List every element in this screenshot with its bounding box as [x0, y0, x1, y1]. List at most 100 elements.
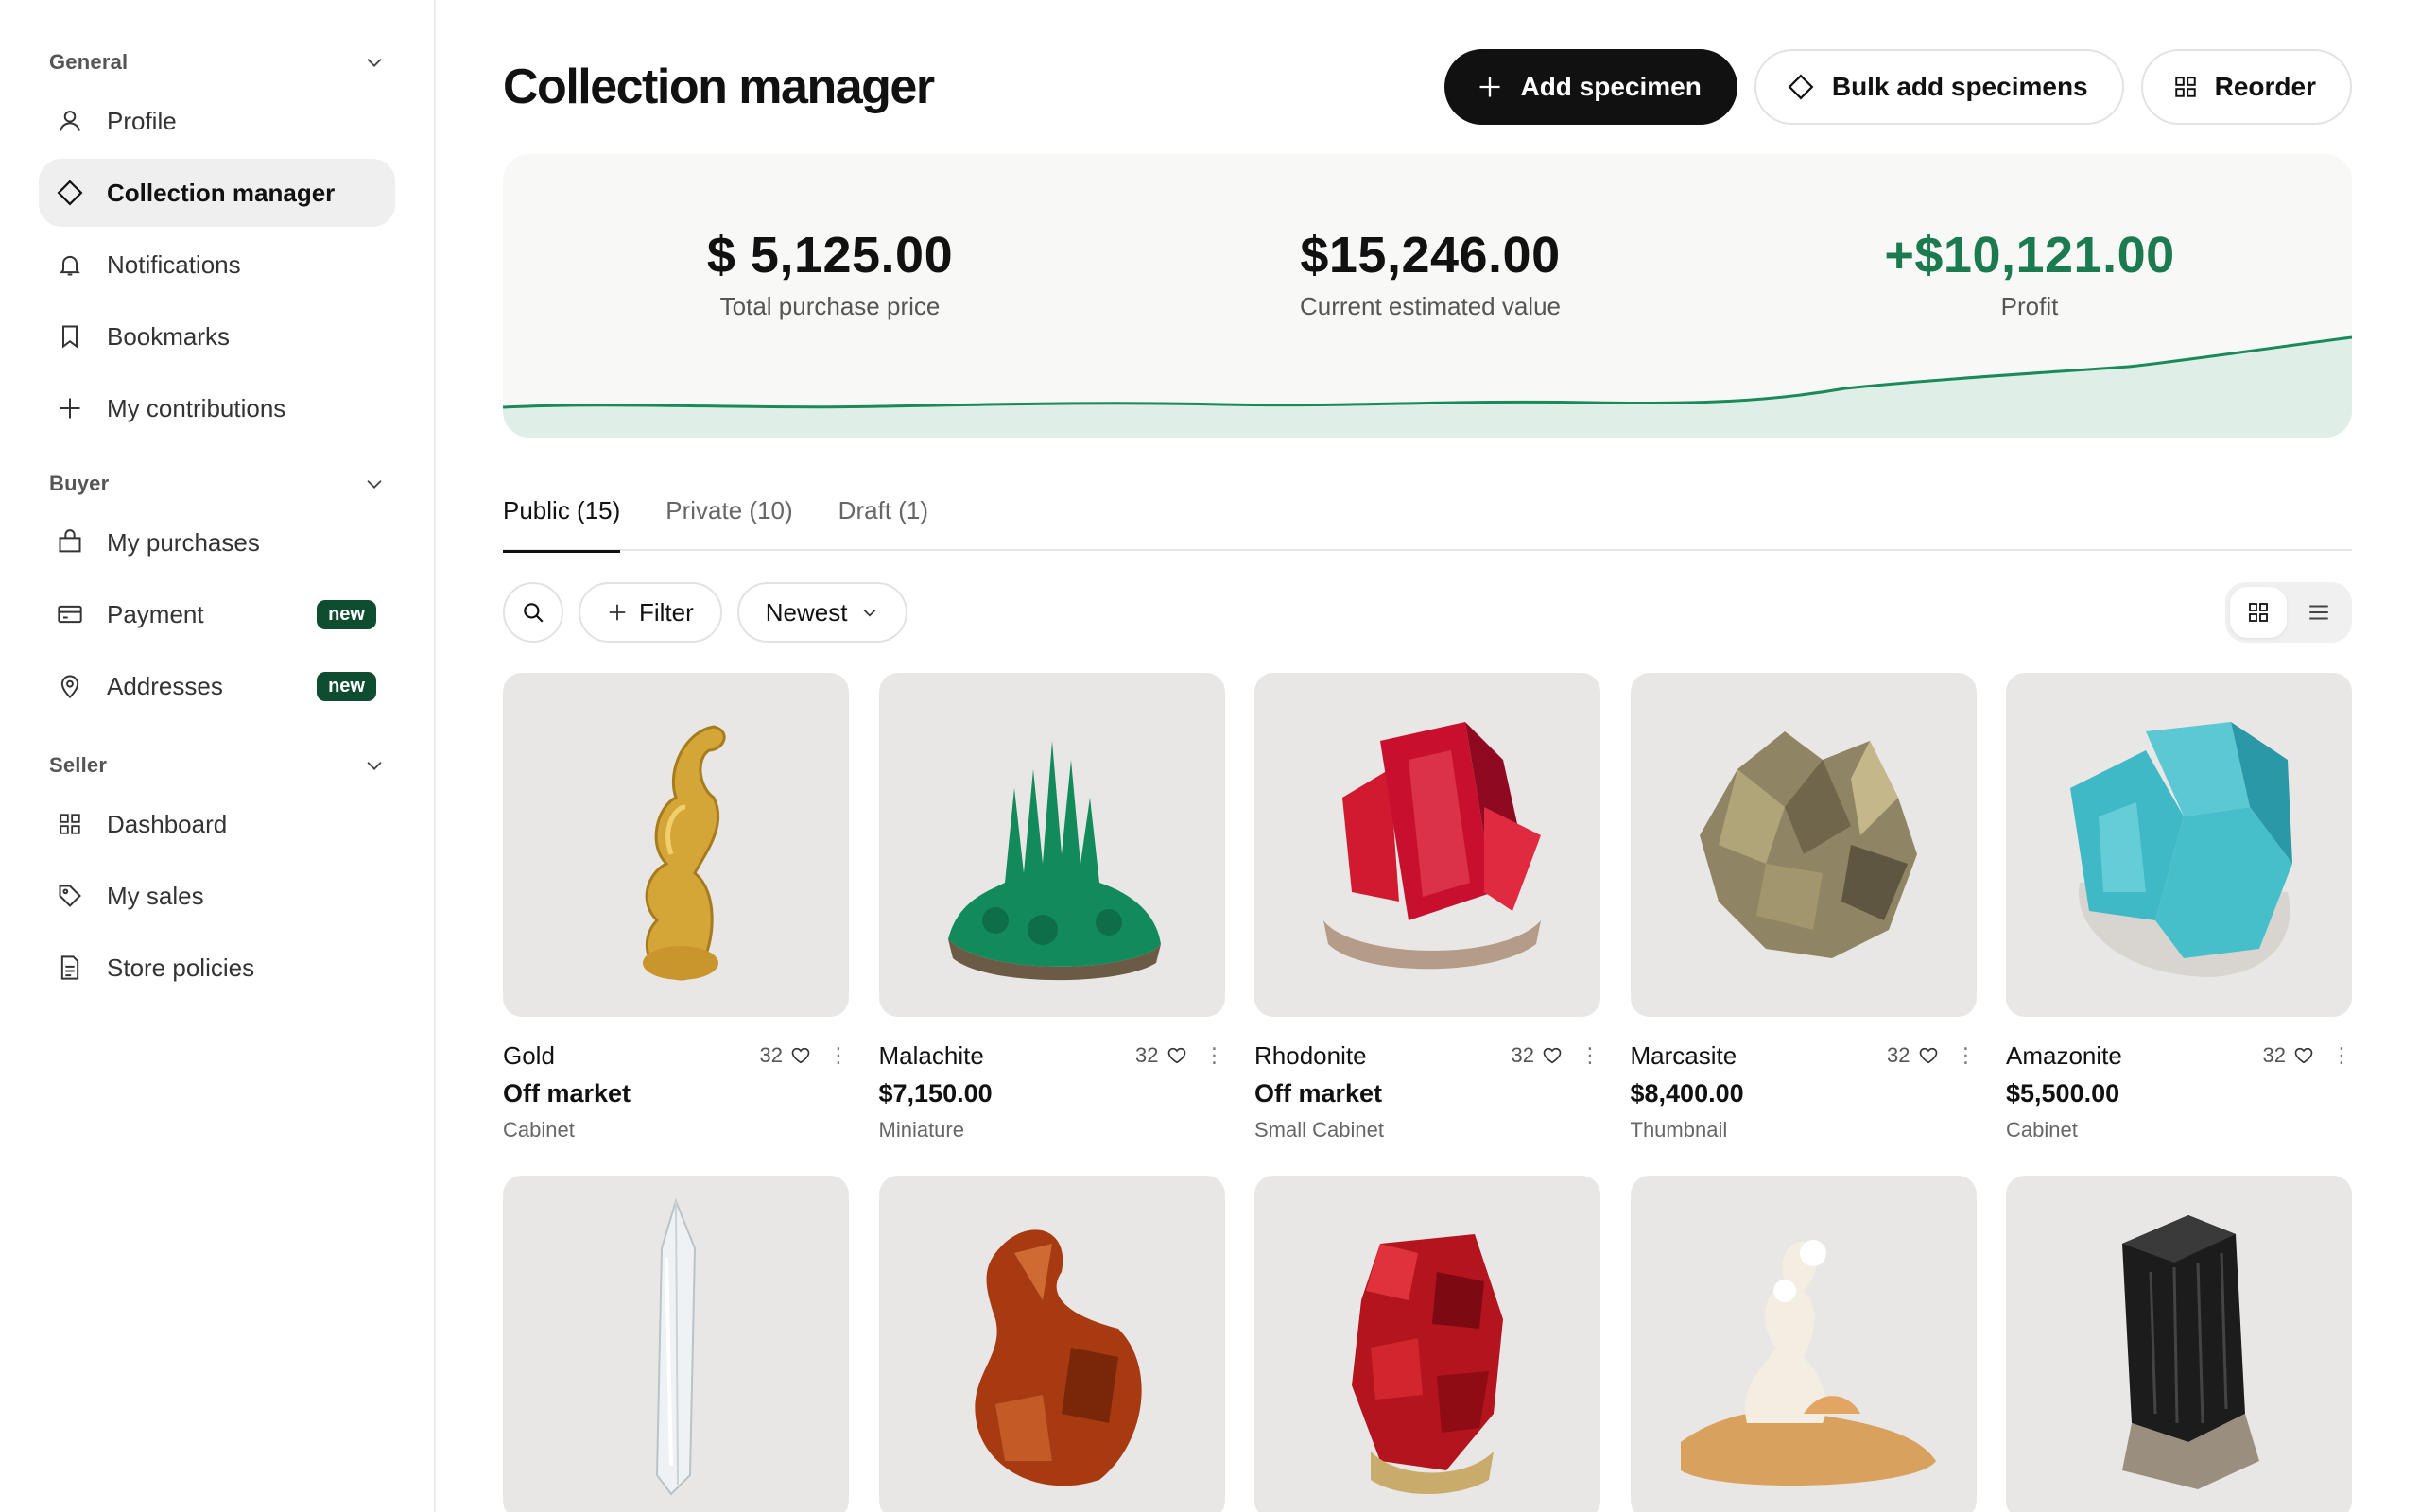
section-general-header[interactable]: General — [49, 45, 385, 79]
specimen-image[interactable] — [503, 673, 849, 1017]
more-options-icon[interactable]: ⋮ — [1204, 1045, 1225, 1066]
specimen-name: Gold — [503, 1040, 555, 1070]
bulk-add-button[interactable]: Bulk add specimens — [1754, 49, 2124, 125]
heart-icon[interactable] — [2293, 1045, 2314, 1066]
more-options-icon[interactable]: ⋮ — [828, 1045, 849, 1066]
like-count: 32 — [1511, 1043, 1534, 1067]
sparkline-area — [503, 337, 2352, 438]
specimen-card[interactable] — [1630, 1176, 1977, 1512]
sidebar-item-bookmarks[interactable]: Bookmarks — [39, 302, 395, 370]
specimen-image[interactable] — [1630, 1176, 1977, 1512]
heart-icon[interactable] — [790, 1045, 811, 1066]
chevron-down-icon[interactable] — [364, 755, 385, 776]
specimen-price: $8,400.00 — [1630, 1079, 1744, 1108]
visibility-tabs: Public (15) Private (10) Draft (1) — [503, 487, 2352, 553]
specimen-size: Small Cabinet — [1254, 1118, 1384, 1142]
reorder-button[interactable]: Reorder — [2140, 49, 2352, 125]
sidebar-item-profile[interactable]: Profile — [39, 87, 395, 155]
specimen-image[interactable] — [503, 1176, 849, 1512]
sidebar-item-label: My purchases — [107, 527, 260, 557]
plus-icon — [609, 604, 626, 621]
grid-view-button[interactable] — [2230, 587, 2287, 638]
more-options-icon[interactable]: ⋮ — [1580, 1045, 1600, 1066]
filter-button[interactable]: Filter — [579, 582, 722, 643]
tab-public[interactable]: Public (15) — [503, 487, 621, 553]
sidebar-item-addresses[interactable]: Addresses new — [39, 652, 395, 720]
plus-icon — [1479, 77, 1500, 97]
total-purchase-label: Total purchase price — [719, 292, 941, 320]
map-pin-icon — [56, 672, 84, 700]
sidebar-item-store-policies[interactable]: Store policies — [39, 934, 395, 1002]
specimen-card[interactable]: Amazonite 32 ⋮ $5,500.00 Cabinet — [2006, 673, 2352, 1143]
brown-crystal-specimen-illustration — [974, 1229, 1142, 1486]
add-specimen-button[interactable]: Add specimen — [1444, 49, 1737, 125]
current-value-label: Current estimated value — [1299, 292, 1562, 320]
specimen-price: $7,150.00 — [878, 1079, 993, 1108]
current-value: $15,246.00 — [1300, 227, 1561, 284]
more-options-icon[interactable]: ⋮ — [1956, 1045, 1977, 1066]
like-count: 32 — [759, 1043, 783, 1067]
section-seller-header[interactable]: Seller — [49, 748, 385, 782]
specimen-card[interactable] — [2006, 1176, 2352, 1512]
section-buyer-header[interactable]: Buyer — [49, 467, 385, 501]
list-view-button[interactable] — [2290, 587, 2347, 638]
header-actions: Add specimen Bulk add specimens Reorder — [1444, 49, 2352, 125]
specimen-image[interactable] — [1254, 673, 1600, 1017]
specimen-card[interactable] — [503, 1176, 849, 1512]
heart-icon[interactable] — [1918, 1045, 1939, 1066]
tab-private[interactable]: Private (10) — [666, 487, 792, 551]
specimen-image[interactable] — [878, 1176, 1225, 1512]
specimen-grid: Gold 32 ⋮ Off market Cabinet Malachite 3… — [503, 673, 2352, 1512]
document-icon — [56, 954, 84, 982]
profit-stat: +$10,121.00 Profit — [1784, 226, 2275, 321]
specimen-size: Thumbnail — [1630, 1118, 1728, 1142]
specimen-size: Cabinet — [503, 1118, 575, 1142]
specimen-card[interactable]: Malachite 32 ⋮ $7,150.00 Miniature — [878, 673, 1225, 1143]
specimen-image[interactable] — [1630, 673, 1977, 1017]
sidebar-item-notifications[interactable]: Notifications — [39, 231, 395, 299]
specimen-meta: 32 ⋮ — [760, 1043, 849, 1068]
amazonite-specimen-illustration — [2070, 722, 2292, 977]
heart-icon[interactable] — [1167, 1045, 1187, 1066]
specimen-card[interactable]: Marcasite 32 ⋮ $8,400.00 Thumbnail — [1630, 673, 1977, 1143]
chevron-down-icon[interactable] — [364, 52, 385, 73]
sidebar-item-my-purchases[interactable]: My purchases — [39, 508, 395, 576]
sidebar-item-my-contributions[interactable]: My contributions — [39, 374, 395, 442]
specimen-card[interactable] — [878, 1176, 1225, 1512]
main-content: Collection manager Add specimen Bulk add… — [503, 0, 2352, 1512]
sidebar-item-payment[interactable]: Payment new — [39, 580, 395, 648]
search-button[interactable] — [503, 582, 563, 643]
sort-label: Newest — [765, 597, 848, 627]
black-tourmaline-specimen-illustration — [2122, 1215, 2259, 1489]
shopping-bag-icon — [56, 528, 84, 557]
specimen-image[interactable] — [2006, 1176, 2352, 1512]
heart-icon[interactable] — [1542, 1045, 1563, 1066]
specimen-image[interactable] — [1254, 1176, 1600, 1512]
specimen-card[interactable]: Rhodonite 32 ⋮ Off market Small Cabinet — [1254, 673, 1600, 1143]
chevron-down-icon[interactable] — [364, 473, 385, 494]
page-title: Collection manager — [503, 60, 935, 114]
sidebar: General Profile Collection manager Notif… — [0, 0, 436, 1512]
specimen-price: Off market — [1254, 1079, 1383, 1108]
sidebar-item-my-sales[interactable]: My sales — [39, 862, 395, 930]
malachite-specimen-illustration — [947, 741, 1161, 981]
more-options-icon[interactable]: ⋮ — [2331, 1045, 2352, 1066]
tab-draft[interactable]: Draft (1) — [838, 487, 928, 551]
specimen-meta: 32 ⋮ — [1135, 1043, 1224, 1068]
marcasite-specimen-illustration — [1699, 731, 1917, 958]
sidebar-item-dashboard[interactable]: Dashboard — [39, 790, 395, 858]
specimen-name: Marcasite — [1630, 1040, 1737, 1070]
specimen-card[interactable]: Gold 32 ⋮ Off market Cabinet — [503, 673, 849, 1143]
sidebar-item-label: Dashboard — [107, 809, 228, 838]
specimen-image[interactable] — [878, 673, 1225, 1017]
sidebar-item-label: Store policies — [107, 953, 255, 982]
specimen-image[interactable] — [2006, 673, 2352, 1017]
specimen-card[interactable] — [1254, 1176, 1600, 1512]
search-icon — [524, 603, 544, 623]
sort-dropdown[interactable]: Newest — [736, 582, 908, 643]
current-value-stat: $15,246.00 Current estimated value — [1184, 226, 1676, 321]
toolbar: Filter Newest — [503, 582, 2352, 643]
sidebar-item-label: My sales — [107, 881, 204, 910]
red-crystal-cluster-illustration — [1352, 1234, 1503, 1494]
sidebar-item-collection-manager[interactable]: Collection manager — [39, 159, 395, 227]
